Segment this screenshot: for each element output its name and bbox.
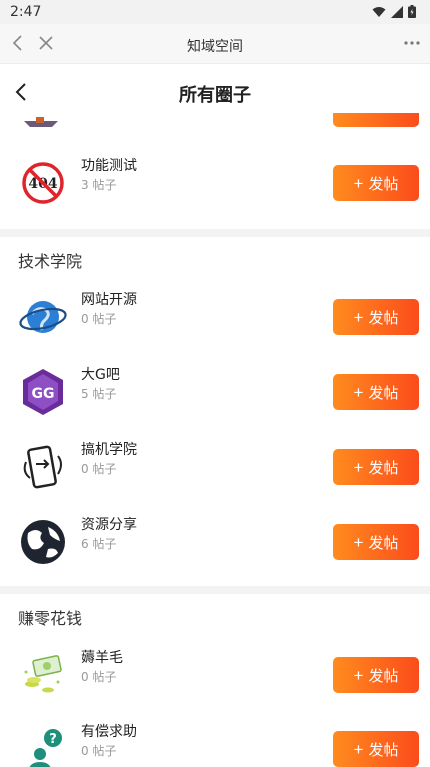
circle-post-count: 0 帖子 bbox=[81, 462, 117, 476]
partial-item-icon bbox=[24, 117, 58, 127]
circle-name: 搞机学院 bbox=[81, 442, 137, 458]
browser-back-icon[interactable] bbox=[8, 33, 28, 53]
circle-name: 薅羊毛 bbox=[81, 650, 123, 666]
plus-icon: + bbox=[353, 739, 364, 759]
plus-icon: + bbox=[353, 382, 364, 402]
status-bar: 2:47 bbox=[0, 0, 430, 24]
circle-post-count: 0 帖子 bbox=[81, 670, 117, 684]
earth-icon bbox=[21, 520, 65, 564]
circle-name: 大G吧 bbox=[81, 367, 120, 383]
money-icon bbox=[24, 655, 62, 693]
post-button-label: 发帖 bbox=[368, 741, 399, 759]
post-button[interactable]: + 发帖 bbox=[333, 524, 419, 560]
circle-name: 功能测试 bbox=[81, 158, 137, 174]
circle-name: 网站开源 bbox=[81, 292, 137, 308]
plus-icon: + bbox=[353, 665, 364, 685]
circle-post-count: 6 帖子 bbox=[81, 537, 117, 551]
section-divider bbox=[0, 586, 430, 594]
browser-bar: 知域空间 bbox=[0, 24, 430, 64]
status-time: 2:47 bbox=[10, 4, 42, 20]
post-button[interactable]: + 发帖 bbox=[333, 449, 419, 485]
circle-item[interactable]: 搞机学院 0 帖子 + 发帖 bbox=[0, 430, 430, 505]
back-icon[interactable] bbox=[10, 80, 34, 104]
plus-icon: + bbox=[353, 532, 364, 552]
circle-item[interactable]: 薅羊毛 0 帖子 + 发帖 bbox=[0, 638, 430, 713]
circle-item[interactable]: 404 功能测试 3 帖子 +发帖 bbox=[0, 146, 430, 221]
post-button[interactable]: + 发帖 bbox=[333, 165, 419, 201]
signal-icon bbox=[391, 5, 403, 18]
post-button[interactable]: + 发帖 bbox=[333, 731, 419, 767]
game-guardian-icon: GG bbox=[23, 369, 63, 415]
plus-icon: + bbox=[353, 307, 364, 327]
post-button[interactable]: + 发帖 bbox=[333, 299, 419, 335]
section-divider bbox=[0, 229, 430, 237]
section-title: 赚零花钱 bbox=[18, 609, 83, 628]
browser-title: 知域空间 bbox=[187, 39, 243, 55]
post-button-label: 发帖 bbox=[368, 309, 399, 327]
circle-item[interactable]: 网站开源 0 帖子 + 发帖 bbox=[0, 280, 430, 355]
circle-item[interactable]: 资源分享 6 帖子 + 发帖 bbox=[0, 505, 430, 580]
battery-icon bbox=[408, 5, 416, 18]
status-icons bbox=[372, 5, 416, 18]
circle-name: 资源分享 bbox=[81, 517, 137, 533]
section-title: 技术学院 bbox=[18, 252, 83, 271]
circle-post-count: 0 帖子 bbox=[81, 744, 117, 758]
phone-hand-icon bbox=[23, 445, 62, 489]
post-button-label: 发帖 bbox=[368, 459, 399, 477]
circle-post-count: 5 帖子 bbox=[81, 387, 117, 401]
post-button-label: 发帖 bbox=[368, 667, 399, 685]
post-button[interactable]: + 发帖 bbox=[333, 657, 419, 693]
globe-ring-icon bbox=[19, 301, 67, 333]
circle-item[interactable]: GG 大G吧 5 帖子 + 发帖 bbox=[0, 355, 430, 430]
page-title: 所有圈子 bbox=[179, 85, 251, 106]
post-button-label: 发帖 bbox=[368, 175, 399, 193]
plus-icon: + bbox=[353, 173, 364, 193]
page-header: 所有圈子 bbox=[0, 64, 430, 120]
post-button-label: 发帖 bbox=[368, 534, 399, 552]
circle-name: 有偿求助 bbox=[81, 724, 137, 740]
svg-text:GG: GG bbox=[32, 386, 55, 402]
post-button[interactable]: + 发帖 bbox=[333, 374, 419, 410]
help-person-icon: ? bbox=[29, 729, 62, 767]
404-icon: 404 bbox=[22, 162, 64, 204]
post-button-label: 发帖 bbox=[368, 384, 399, 402]
wifi-icon bbox=[372, 6, 386, 17]
more-icon[interactable] bbox=[402, 33, 422, 53]
svg-text:?: ? bbox=[49, 732, 57, 747]
plus-icon: + bbox=[353, 457, 364, 477]
circle-item[interactable]: ? 有偿求助 0 帖子 + 发帖 bbox=[0, 712, 430, 767]
browser-close-icon[interactable] bbox=[36, 33, 56, 53]
circle-post-count: 3 帖子 bbox=[81, 178, 117, 192]
circle-post-count: 0 帖子 bbox=[81, 312, 117, 326]
partial-post-button[interactable] bbox=[333, 113, 419, 127]
